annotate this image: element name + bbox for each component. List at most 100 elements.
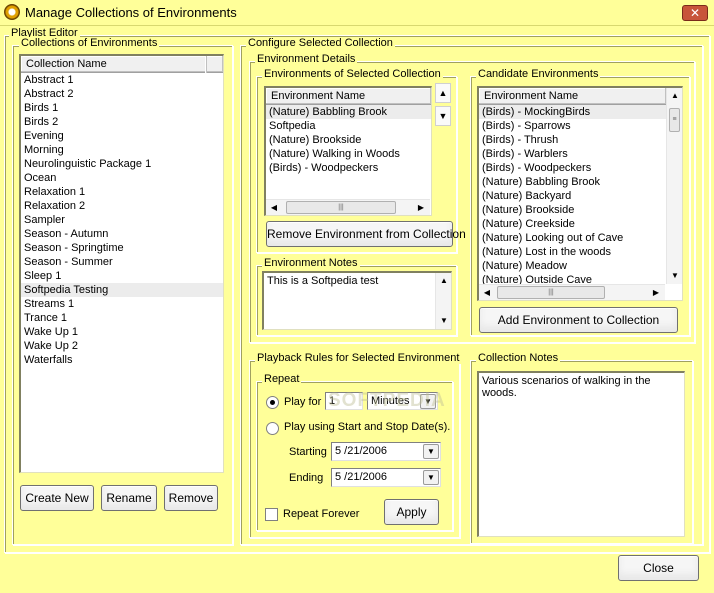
watermark: SOFTPEDIA xyxy=(328,390,446,411)
hscroll-thumb[interactable]: ||| xyxy=(497,286,605,299)
list-item[interactable]: (Birds) - Woodpeckers xyxy=(479,161,666,175)
add-environment-button[interactable]: Add Environment to Collection xyxy=(479,307,678,333)
move-down-button[interactable]: ▼ xyxy=(435,106,451,126)
list-item[interactable]: Streams 1 xyxy=(21,297,223,311)
selected-envs-column-header[interactable]: Environment Name xyxy=(266,88,431,105)
create-new-button[interactable]: Create New xyxy=(20,485,94,511)
collection-notes-input[interactable]: Various scenarios of walking in the wood… xyxy=(477,371,685,537)
starting-date-value: 5 /21/2006 xyxy=(335,445,387,457)
selected-envs-column-header-label: Environment Name xyxy=(271,90,366,102)
list-item[interactable]: Birds 2 xyxy=(21,115,223,129)
ending-date-value: 5 /21/2006 xyxy=(335,471,387,483)
scroll-up-icon: ▲ xyxy=(438,88,448,98)
app-sun-icon xyxy=(4,4,20,20)
list-item[interactable]: (Nature) Looking out of Cave xyxy=(479,231,666,245)
title-bar: Manage Collections of Environments ✕ xyxy=(0,0,714,26)
chevron-down-icon[interactable]: ▼ xyxy=(423,470,439,485)
list-item[interactable]: Wake Up 2 xyxy=(21,339,223,353)
list-item[interactable]: Relaxation 2 xyxy=(21,199,223,213)
environment-notes-input[interactable]: This is a Softpedia test ▲ ▼ xyxy=(262,271,452,330)
ending-label: Ending xyxy=(289,472,324,484)
list-item[interactable]: Sleep 1 xyxy=(21,269,223,283)
environment-notes-text: This is a Softpedia test xyxy=(267,275,379,287)
list-item[interactable]: Wake Up 1 xyxy=(21,325,223,339)
environment-details-label: Environment Details xyxy=(255,53,358,65)
column-separator xyxy=(205,56,207,73)
scroll-up-icon[interactable]: ▲ xyxy=(667,88,682,104)
list-item[interactable]: (Nature) Walking in Woods xyxy=(266,147,431,161)
candidate-envs-column-header[interactable]: Environment Name xyxy=(479,88,666,105)
scroll-down-icon[interactable]: ▼ xyxy=(667,268,682,284)
starting-label: Starting xyxy=(289,446,327,458)
candidate-envs-vscroll[interactable]: ▲ ≡ ▼ xyxy=(666,88,682,284)
list-item[interactable]: (Birds) - MockingBirds xyxy=(479,105,666,119)
selected-envs-list[interactable]: Environment Name (Nature) Babbling Brook… xyxy=(264,86,432,216)
collection-notes-text: Various scenarios of walking in the wood… xyxy=(482,375,651,399)
candidate-envs-rows: (Birds) - MockingBirds (Birds) - Sparrows… xyxy=(479,105,666,287)
list-item[interactable]: (Nature) Babbling Brook xyxy=(479,175,666,189)
repeat-forever-checkbox[interactable] xyxy=(265,508,278,521)
list-item[interactable]: Neurolinguistic Package 1 xyxy=(21,157,223,171)
scroll-right-icon[interactable]: ▶ xyxy=(648,285,664,300)
remove-environment-button[interactable]: Remove Environment from Collection xyxy=(266,221,466,247)
list-item[interactable]: (Birds) - Warblers xyxy=(479,147,666,161)
hscroll-thumb[interactable]: ||| xyxy=(286,201,396,214)
move-up-button[interactable]: ▲ xyxy=(435,83,451,103)
collections-rows: Abstract 1 Abstract 2 Birds 1 Birds 2 Evenin… xyxy=(21,73,223,367)
list-item[interactable]: Sampler xyxy=(21,213,223,227)
collections-list[interactable]: Collection Name Abstract 1 Abstract 2 Bird… xyxy=(19,54,224,473)
remove-collection-button[interactable]: Remove xyxy=(164,485,218,511)
list-item[interactable]: Season - Autumn xyxy=(21,227,223,241)
play-for-label: Play for xyxy=(284,396,322,408)
window-title: Manage Collections of Environments xyxy=(25,5,237,20)
rename-button[interactable]: Rename xyxy=(101,485,157,511)
scroll-down-icon[interactable]: ▼ xyxy=(436,313,452,329)
close-button[interactable]: Close xyxy=(618,555,699,581)
list-item[interactable]: (Nature) Creekside xyxy=(479,217,666,231)
starting-date-picker[interactable]: 5 /21/2006 ▼ xyxy=(331,442,441,461)
candidate-envs-label: Candidate Environments xyxy=(476,68,601,80)
candidate-envs-hscroll[interactable]: ◀ ||| ▶ xyxy=(479,284,665,300)
window-close-icon[interactable]: ✕ xyxy=(682,5,708,21)
configure-collection-label: Configure Selected Collection xyxy=(246,37,395,49)
list-item[interactable]: Trance 1 xyxy=(21,311,223,325)
list-item[interactable]: Morning xyxy=(21,143,223,157)
environment-notes-vscroll[interactable]: ▲ ▼ xyxy=(435,273,451,329)
list-item[interactable]: (Nature) Lost in the woods xyxy=(479,245,666,259)
list-item[interactable]: (Birds) - Sparrows xyxy=(479,119,666,133)
apply-button[interactable]: Apply xyxy=(384,499,439,525)
list-item[interactable]: Abstract 2 xyxy=(21,87,223,101)
vscroll-thumb[interactable]: ≡ xyxy=(669,108,680,132)
list-item[interactable]: Season - Summer xyxy=(21,255,223,269)
list-item[interactable]: Waterfalls xyxy=(21,353,223,367)
candidate-envs-list[interactable]: Environment Name (Birds) - MockingBirds(… xyxy=(477,86,683,301)
list-item[interactable]: Season - Springtime xyxy=(21,241,223,255)
list-item[interactable]: (Nature) Brookside xyxy=(266,133,431,147)
ending-date-picker[interactable]: 5 /21/2006 ▼ xyxy=(331,468,441,487)
repeat-label: Repeat xyxy=(262,373,302,385)
list-item[interactable]: (Nature) Babbling Brook xyxy=(266,105,431,119)
list-item[interactable]: (Nature) Meadow xyxy=(479,259,666,273)
scroll-up-icon[interactable]: ▲ xyxy=(436,273,452,289)
scroll-left-icon[interactable]: ◀ xyxy=(479,285,495,300)
scroll-left-icon[interactable]: ◀ xyxy=(266,200,282,215)
list-item[interactable]: Abstract 1 xyxy=(21,73,223,87)
list-item[interactable]: Evening xyxy=(21,129,223,143)
list-item[interactable]: (Nature) Backyard xyxy=(479,189,666,203)
play-dates-radio[interactable] xyxy=(266,422,279,435)
list-item[interactable]: (Birds) - Thrush xyxy=(479,133,666,147)
collections-column-header[interactable]: Collection Name xyxy=(21,56,223,73)
list-item[interactable]: Ocean xyxy=(21,171,223,185)
play-for-radio[interactable] xyxy=(266,396,279,409)
selected-envs-hscroll[interactable]: ◀ ||| ▶ xyxy=(266,199,430,215)
collections-group-label: Collections of Environments xyxy=(19,37,160,49)
list-item[interactable]: (Birds) - Woodpeckers xyxy=(266,161,431,175)
scroll-right-icon[interactable]: ▶ xyxy=(413,200,429,215)
list-item[interactable]: (Nature) Brookside xyxy=(479,203,666,217)
selected-envs-label: Environments of Selected Collection xyxy=(262,68,443,80)
list-item[interactable]: Relaxation 1 xyxy=(21,185,223,199)
list-item[interactable]: Softpedia Testing xyxy=(21,283,223,297)
list-item[interactable]: Softpedia xyxy=(266,119,431,133)
list-item[interactable]: Birds 1 xyxy=(21,101,223,115)
chevron-down-icon[interactable]: ▼ xyxy=(423,444,439,459)
